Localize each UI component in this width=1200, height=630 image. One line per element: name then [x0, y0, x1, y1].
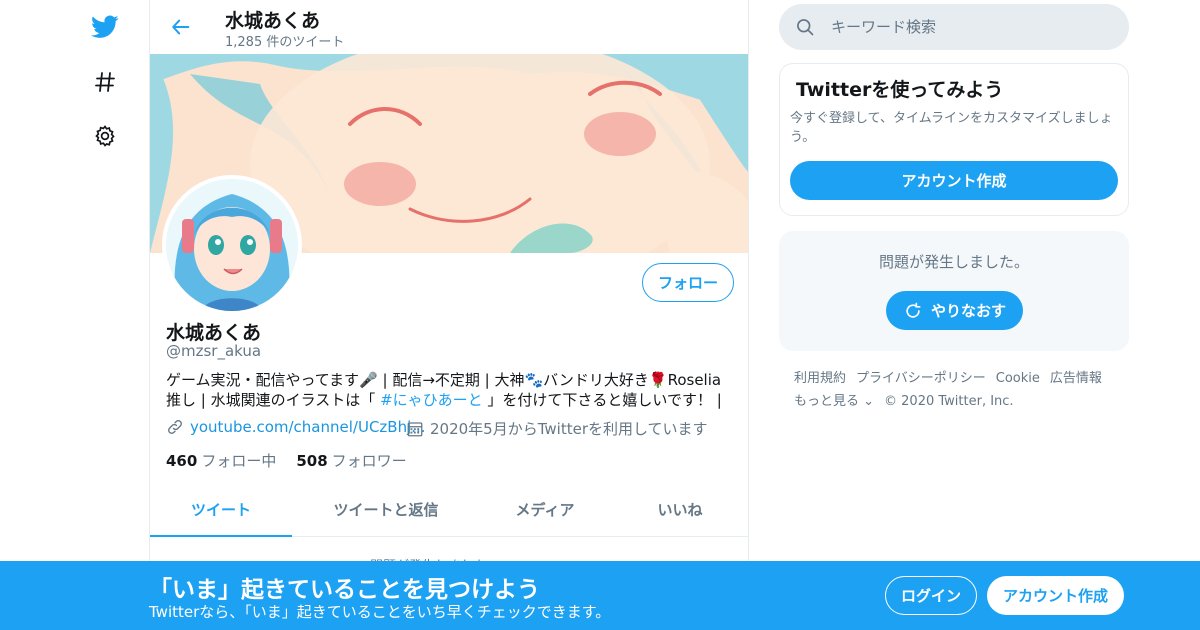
error-card: 問題が発生しました。 やりなおす	[779, 231, 1129, 351]
footer-copyright: © 2020 Twitter, Inc.	[884, 394, 1014, 409]
retry-label: やりなおす	[930, 302, 1006, 320]
error-message: 問題が発生しました。	[878, 253, 1029, 271]
bio-line-2: 推し | 水城関連のイラストは「 #にゃひあーと 」を付けて下さると嬉しいです！…	[166, 390, 736, 410]
bottom-create-account-button[interactable]: アカウント作成	[987, 576, 1124, 615]
profile-avatar[interactable]	[162, 175, 302, 315]
create-account-button[interactable]: アカウント作成	[790, 161, 1118, 200]
footer-link-terms[interactable]: 利用規約	[794, 371, 846, 386]
followers-stat[interactable]: 508 フォロワー	[296, 450, 406, 471]
search-input[interactable]	[831, 18, 1111, 36]
following-label: フォロー中	[201, 452, 277, 470]
tab-tweets-and-replies[interactable]: ツイートと返信	[292, 482, 480, 536]
app-root: 水城あくあ 1,285 件のツイート フォロー 水城あくあ @mzsr_akua…	[0, 0, 1200, 630]
search-icon	[797, 19, 814, 36]
footer-links: 利用規約 プライバシーポリシー Cookie 広告情報 もっと見る ⌄ © 2020 T…	[794, 367, 1134, 413]
following-stat[interactable]: 460 フォロー中	[166, 450, 276, 471]
bottom-bar-subtitle: Twitterなら、「いま」起きていることをいち早くチェックできます。	[149, 603, 611, 621]
profile-bio: ゲーム実況・配信やってます🎤 | 配信→不定期 | 大神🐾バンドリ大好き🌹Ros…	[166, 370, 736, 410]
settings-gear-icon[interactable]	[90, 121, 120, 151]
calendar-icon	[407, 421, 423, 436]
join-date: 2020年5月からTwitterを利用しています	[406, 418, 708, 439]
bio-hashtag-link[interactable]: #にゃひあーと	[380, 391, 483, 409]
signup-card-title: Twitterを使ってみよう	[796, 79, 1004, 101]
follow-button[interactable]: フォロー	[642, 263, 734, 302]
bottom-signup-bar: 「いま」起きていることを見つけよう Twitterなら、「いま」起きていることを…	[0, 561, 1200, 630]
footer-link-privacy[interactable]: プライバシーポリシー	[856, 371, 986, 386]
follow-stats: 460 フォロー中 508 フォロワー	[166, 450, 407, 471]
bio-text-b: 」を付けて下さると嬉しいです！ |	[482, 391, 722, 409]
followers-label: フォロワー	[331, 452, 407, 470]
bio-line-1: ゲーム実況・配信やってます🎤 | 配信→不定期 | 大神🐾バンドリ大好き🌹Ros…	[166, 371, 722, 389]
bio-text-a: 推し | 水城関連のイラストは「	[166, 391, 381, 409]
following-count: 460	[166, 452, 198, 470]
profile-header: 水城あくあ 1,285 件のツイート	[150, 0, 748, 54]
profile-column: 水城あくあ 1,285 件のツイート フォロー 水城あくあ @mzsr_akua…	[149, 0, 749, 630]
user-handle: @mzsr_akua	[166, 342, 262, 360]
followers-count: 508	[296, 452, 328, 470]
retry-button[interactable]: やりなおす	[886, 291, 1023, 330]
header-name: 水城あくあ	[225, 10, 321, 32]
join-date-text: 2020年5月からTwitterを利用しています	[430, 420, 708, 438]
hashtag-icon[interactable]	[90, 67, 120, 97]
twitter-bird-icon[interactable]	[90, 12, 120, 42]
website-text[interactable]: youtube.com/channel/UCzBhj...	[190, 418, 426, 436]
tab-likes[interactable]: いいね	[610, 482, 748, 536]
link-icon	[168, 420, 182, 434]
signup-card: Twitterを使ってみよう 今すぐ登録して、タイムラインをカスタマイズしましょ…	[779, 63, 1129, 216]
display-name: 水城あくあ	[166, 322, 262, 344]
bottom-bar-title: 「いま」起きていることを見つけよう	[149, 577, 540, 603]
tab-tweets[interactable]: ツイート	[150, 482, 292, 537]
footer-more[interactable]: もっと見る ⌄	[794, 394, 874, 409]
refresh-icon	[906, 302, 921, 318]
login-button[interactable]: ログイン	[885, 576, 977, 615]
signup-card-text: 今すぐ登録して、タイムラインをカスタマイズしましょう。	[790, 111, 1113, 145]
website-link[interactable]: youtube.com/channel/UCzBhj...	[166, 418, 426, 436]
search-box[interactable]	[779, 4, 1129, 50]
profile-tabs: ツイート ツイートと返信 メディア いいね	[150, 482, 748, 537]
footer-link-cookie[interactable]: Cookie	[996, 371, 1040, 386]
footer-link-ads[interactable]: 広告情報	[1050, 371, 1102, 386]
tweet-count: 1,285 件のツイート	[225, 35, 345, 50]
profile-meta: youtube.com/channel/UCzBhj... 2020年5月からT…	[166, 418, 736, 440]
back-arrow-icon[interactable]	[166, 12, 196, 42]
tab-media[interactable]: メディア	[480, 482, 610, 536]
